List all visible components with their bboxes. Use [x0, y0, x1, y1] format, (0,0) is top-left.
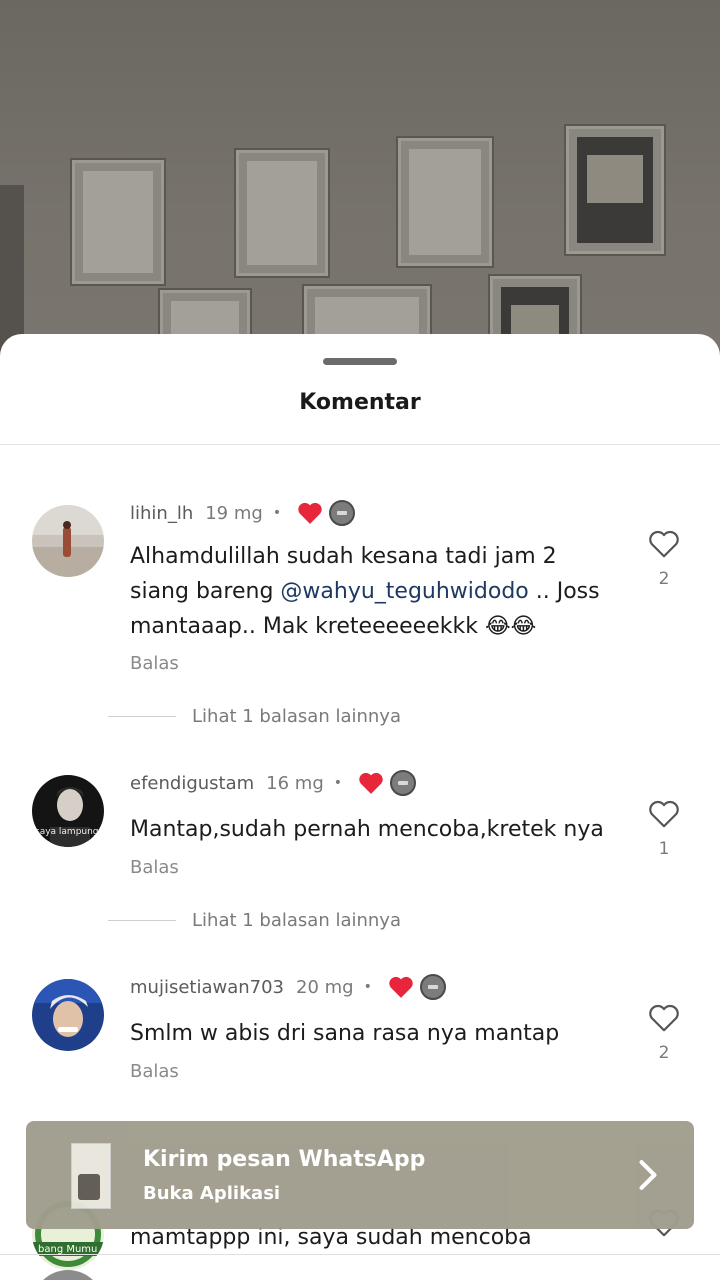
replies-line [108, 716, 176, 717]
comment-text: Smlm w abis dri sana rasa nya mantap [130, 1021, 560, 1046]
comment-text: Mantap,sudah pernah mencoba,kretek nya [130, 817, 604, 842]
comment-time: 19 mg [205, 502, 263, 524]
view-more-replies-label: Lihat 1 balasan lainnya [192, 706, 401, 727]
like-button[interactable]: 2 [644, 529, 684, 589]
replies-line [108, 920, 176, 921]
comment-meta: lihin_lh 19 mg • [130, 500, 356, 526]
banner-title: Kirim pesan WhatsApp [143, 1147, 426, 1172]
like-count: 1 [658, 839, 670, 859]
reply-button[interactable]: Balas [130, 857, 179, 878]
reply-button[interactable]: Balas [130, 653, 179, 674]
comment-meta: mujisetiawan703 20 mg • [130, 974, 446, 1000]
view-more-replies[interactable]: Lihat 1 balasan lainnya [108, 706, 401, 727]
view-more-replies[interactable]: Lihat 1 balasan lainnya [108, 910, 401, 931]
chevron-right-icon [639, 1160, 657, 1190]
separator-dot: • [363, 979, 372, 995]
heart-outline-icon [649, 1004, 679, 1032]
heart-outline-icon [649, 800, 679, 828]
banner-thumbnail [71, 1143, 111, 1209]
comment-meta: efendigustam 16 mg • [130, 770, 417, 796]
avatar-caption: saya lampung [35, 827, 99, 837]
wall-frame [72, 160, 164, 284]
avatar[interactable]: saya lampung [32, 775, 104, 847]
sheet-title: Komentar [299, 390, 421, 415]
mention-link[interactable]: @wahyu_teguhwidodo [280, 579, 528, 604]
like-count: 2 [658, 1043, 670, 1063]
divider [0, 1254, 720, 1255]
banner-subtitle: Buka Aplikasi [143, 1183, 281, 1204]
creator-liked-heart-icon [389, 976, 413, 998]
creator-avatar-icon [419, 974, 446, 1000]
wall-frame [398, 138, 492, 266]
creator-liked-heart-icon [359, 772, 383, 794]
background-video [0, 0, 720, 360]
avatar[interactable] [32, 1270, 104, 1280]
wall-frame [236, 150, 328, 276]
username[interactable]: lihin_lh [130, 503, 193, 524]
username[interactable]: mujisetiawan703 [130, 977, 284, 998]
wall-frame [566, 126, 664, 254]
comment-time: 20 mg [296, 976, 354, 998]
username[interactable]: efendigustam [130, 773, 254, 794]
like-button[interactable]: 2 [644, 1003, 684, 1063]
heart-outline-icon [649, 530, 679, 558]
separator-dot: • [272, 505, 282, 521]
avatar[interactable] [32, 979, 104, 1051]
comment-time: 16 mg [266, 772, 324, 794]
whatsapp-banner[interactable]: Kirim pesan WhatsApp Buka Aplikasi [26, 1121, 694, 1229]
separator-dot: • [333, 775, 343, 791]
reply-button[interactable]: Balas [130, 1061, 179, 1082]
drag-handle[interactable] [323, 358, 397, 365]
like-count: 2 [658, 569, 670, 589]
creator-avatar-icon [329, 500, 356, 526]
avatar[interactable] [32, 505, 104, 577]
creator-avatar-icon [390, 770, 417, 796]
comment-text: Alhamdulillah sudah kesana tadi jam 2 si… [130, 539, 620, 644]
view-more-replies-label: Lihat 1 balasan lainnya [192, 910, 401, 931]
creator-liked-heart-icon [298, 502, 322, 524]
divider [0, 444, 720, 445]
like-button[interactable]: 1 [644, 799, 684, 859]
